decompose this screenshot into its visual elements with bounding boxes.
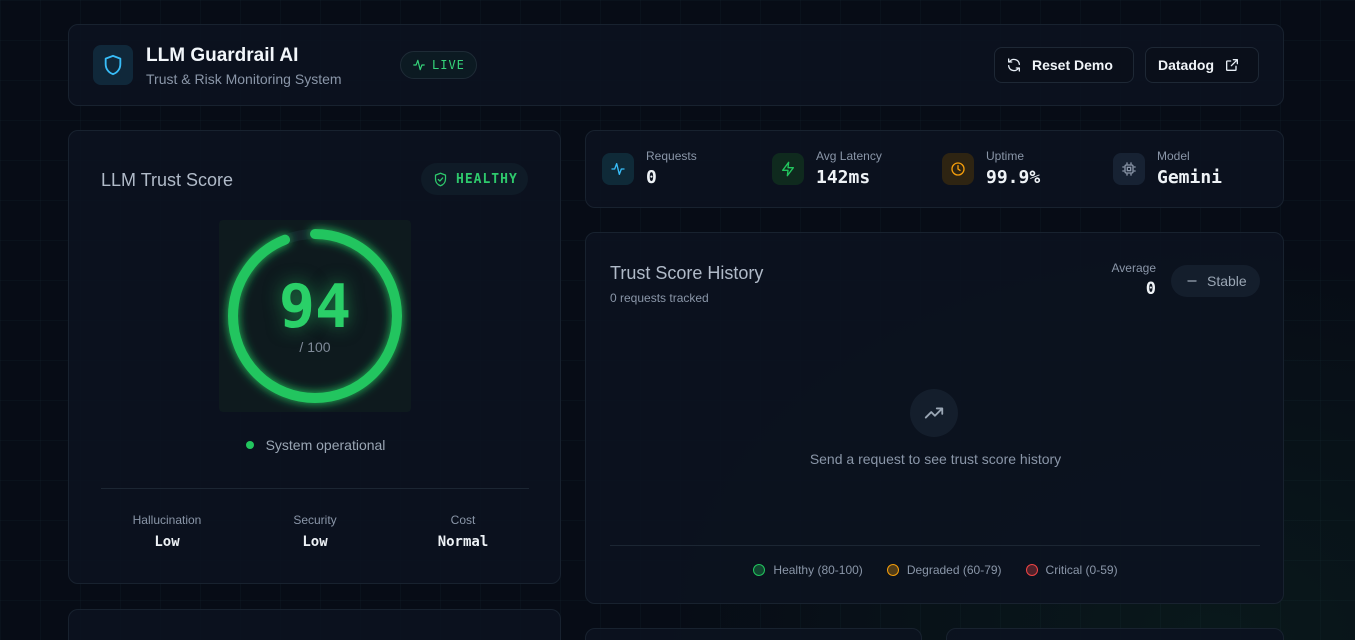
metric-value: Low <box>154 534 180 550</box>
system-status: System operational <box>69 437 562 453</box>
metric-hallucination: Hallucination Low <box>112 513 222 550</box>
refresh-icon <box>1008 58 1020 72</box>
trust-score-value: 94 <box>278 272 352 342</box>
history-title: Trust Score History <box>610 263 764 283</box>
stat-value: 142ms <box>816 167 871 188</box>
cpu-icon <box>1113 153 1145 185</box>
shield-check-icon <box>434 172 447 186</box>
health-status-badge: HEALTHY <box>421 163 528 195</box>
stats-bar: Requests 0 Avg Latency 142ms Uptime 99.9… <box>585 130 1284 208</box>
trust-score-title: LLM Trust Score <box>101 170 234 190</box>
live-label: LIVE <box>432 58 465 72</box>
app-title: LLM Guardrail AI <box>146 45 299 66</box>
live-badge: LIVE <box>400 51 477 79</box>
reset-demo-label: Reset Demo <box>1032 57 1113 73</box>
metric-cost: Cost Normal <box>408 513 518 550</box>
legend-dot-icon <box>1025 564 1038 576</box>
shield-logo-icon <box>93 45 133 85</box>
bottom-card-left <box>68 609 561 640</box>
app-subtitle: Trust & Risk Monitoring System <box>146 71 342 87</box>
app-header: LLM Guardrail AI Trust & Risk Monitoring… <box>68 24 1284 106</box>
stat-value: Gemini <box>1157 167 1223 188</box>
trend-label: Stable <box>1207 273 1247 289</box>
trend-badge: Stable <box>1171 265 1260 297</box>
stat-value: 99.9% <box>986 167 1041 188</box>
legend-label: Healthy (80-100) <box>773 563 863 577</box>
divider <box>101 488 529 489</box>
datadog-label: Datadog <box>1158 57 1214 73</box>
external-link-icon <box>1226 59 1238 71</box>
stat-value: 0 <box>646 167 657 188</box>
system-status-text: System operational <box>265 437 386 453</box>
history-subtitle: 0 requests tracked <box>610 291 709 305</box>
bottom-card-right <box>946 628 1284 640</box>
zap-icon <box>772 153 804 185</box>
metric-label: Hallucination <box>132 513 202 527</box>
stat-label: Requests <box>646 149 697 163</box>
legend-item-critical: Critical (0-59) <box>1025 563 1118 577</box>
history-legend: Healthy (80-100) Degraded (60-79) Critic… <box>586 563 1285 577</box>
activity-icon <box>413 59 425 71</box>
average-value: 0 <box>1145 279 1156 299</box>
divider <box>610 545 1260 546</box>
datadog-link-button[interactable]: Datadog <box>1145 47 1259 83</box>
trust-score-card: LLM Trust Score HEALTHY 94 / 100 System … <box>68 130 561 584</box>
empty-state-text: Send a request to see trust score histor… <box>809 451 1062 467</box>
legend-dot-icon <box>886 564 899 576</box>
metric-label: Security <box>293 513 337 527</box>
legend-label: Critical (0-59) <box>1045 563 1118 577</box>
trust-score-history-card: Trust Score History 0 requests tracked A… <box>585 232 1284 604</box>
stat-label: Avg Latency <box>816 149 882 163</box>
average-label: Average <box>1111 261 1156 275</box>
metric-label: Cost <box>450 513 476 527</box>
legend-label: Degraded (60-79) <box>906 563 1002 577</box>
metric-value: Normal <box>437 534 489 550</box>
trust-score-gauge: 94 / 100 <box>219 220 411 412</box>
health-status-label: HEALTHY <box>456 171 518 187</box>
legend-item-degraded: Degraded (60-79) <box>886 563 1002 577</box>
minus-icon <box>1187 280 1197 282</box>
metric-security: Security Low <box>260 513 370 550</box>
trust-score-max: / 100 <box>299 339 331 355</box>
legend-dot-icon <box>753 564 766 576</box>
status-dot-icon <box>245 441 254 449</box>
activity-icon <box>602 153 634 185</box>
trending-up-icon <box>910 389 958 437</box>
clock-icon <box>942 153 974 185</box>
stat-label: Uptime <box>986 149 1025 163</box>
legend-item-healthy: Healthy (80-100) <box>753 563 863 577</box>
stat-label: Model <box>1157 149 1190 163</box>
metric-value: Low <box>302 534 328 550</box>
reset-demo-button[interactable]: Reset Demo <box>994 47 1134 83</box>
bottom-card-middle <box>585 628 922 640</box>
